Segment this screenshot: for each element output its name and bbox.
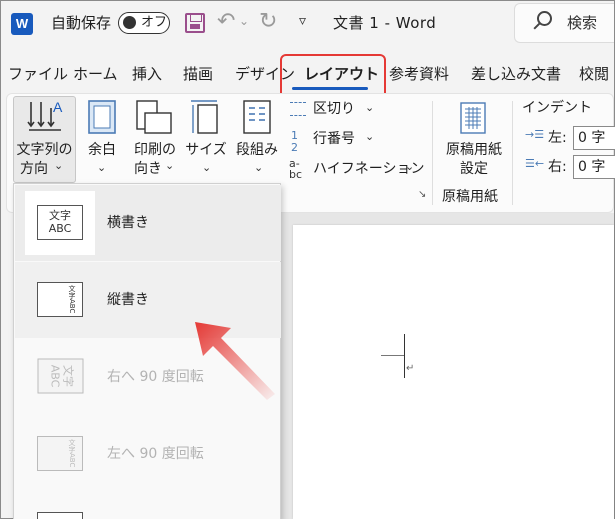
svg-text:A: A: [53, 99, 63, 115]
ribbon-separator: [512, 101, 513, 205]
horizontal-text-icon: 文字 ABC: [37, 205, 83, 240]
tab-insert[interactable]: 挿入: [132, 63, 162, 85]
menu-item-label: 縦書き: [107, 292, 149, 308]
manuscript-label-2: 設定: [460, 161, 488, 177]
tab-file[interactable]: ファイル: [8, 63, 68, 85]
ribbon-separator: [432, 101, 433, 205]
menu-item-partial-icon: [37, 512, 83, 519]
menu-item-label: 左へ 90 度回転: [107, 446, 204, 462]
chevron-down-icon: ⌄: [365, 101, 375, 114]
rotate-left-icon: 文字ABC: [37, 436, 83, 471]
orientation-label-2: 向き: [134, 161, 162, 177]
indent-title: インデント: [522, 100, 592, 116]
undo-dropdown-icon[interactable]: ⌄: [239, 14, 249, 28]
orientation-label-1[interactable]: 印刷の: [132, 141, 178, 160]
tab-home[interactable]: ホーム: [73, 63, 118, 85]
redo-icon[interactable]: ↻: [259, 9, 277, 35]
margin-corner-mark: [381, 355, 405, 356]
autosave-toggle[interactable]: オフ: [118, 12, 170, 34]
columns-label[interactable]: 段組み: [234, 141, 280, 160]
text-direction-label-1: 文字列の: [16, 142, 73, 158]
paragraph-mark: ↵: [406, 363, 415, 374]
chevron-down-icon: ⌄: [365, 130, 375, 143]
chevron-down-icon: ⌄: [165, 159, 175, 172]
columns-icon: [243, 100, 271, 134]
chevron-down-icon: ⌄: [405, 160, 415, 173]
autosave-state: オフ: [141, 15, 168, 30]
text-cursor: [404, 334, 405, 378]
toggle-knob: [123, 16, 136, 29]
undo-icon[interactable]: ↶: [217, 9, 235, 35]
size-icon: [191, 100, 218, 134]
menu-item-rotate-left[interactable]: 文字ABC 左へ 90 度回転: [15, 416, 281, 492]
indent-right-icon: ☰←: [525, 157, 545, 170]
search-icon: [537, 11, 552, 26]
menu-item-label: 横書き: [107, 215, 149, 231]
margins-icon: [88, 100, 116, 134]
chevron-down-icon: ⌄: [202, 161, 212, 174]
tab-draw[interactable]: 描画: [183, 63, 213, 85]
rotate-right-icon: 文字ABC: [37, 358, 84, 394]
tab-references[interactable]: 参考資料: [389, 63, 449, 85]
save-icon[interactable]: [185, 13, 205, 33]
manuscript-icon: [460, 102, 486, 134]
line-numbers-button[interactable]: 行番号: [313, 130, 355, 149]
word-logo-icon: W: [11, 13, 33, 35]
tab-mailings[interactable]: 差し込み文書: [471, 63, 561, 85]
text-direction-label-2: 方向: [20, 161, 48, 177]
breaks-button[interactable]: 区切り: [313, 100, 355, 119]
indent-right-label: 右:: [548, 159, 567, 175]
page-setup-launcher-icon[interactable]: ↘: [418, 189, 426, 200]
indent-left-input[interactable]: 0 字: [573, 126, 615, 150]
text-direction-icon: A: [27, 99, 63, 131]
chevron-down-icon: ⌄: [54, 159, 64, 172]
document-page[interactable]: [293, 225, 614, 519]
manuscript-group-label: 原稿用紙: [442, 189, 498, 205]
chevron-down-icon: ⌄: [97, 161, 107, 174]
manuscript-label-1[interactable]: 原稿用紙: [441, 141, 507, 160]
chevron-down-icon: ⌄: [254, 161, 264, 174]
breaks-icon: [290, 102, 306, 116]
document-title: 文書 1 - Word: [333, 14, 437, 32]
orientation-icon: [136, 100, 172, 134]
annotation-arrow-icon: [195, 322, 275, 400]
hyphenation-icon: a-bc: [289, 157, 303, 181]
indent-left-icon: →☰: [525, 128, 545, 141]
autosave-label: 自動保存: [51, 14, 112, 32]
search-box[interactable]: [514, 3, 614, 43]
margins-label[interactable]: 余白: [83, 141, 121, 160]
search-placeholder: 検索: [567, 14, 598, 32]
line-numbers-icon: 12: [291, 129, 298, 154]
size-label[interactable]: サイズ: [184, 141, 228, 160]
indent-right-input[interactable]: 0 字: [573, 155, 615, 179]
customize-quick-access-icon[interactable]: ▿: [299, 13, 306, 29]
vertical-text-icon: 文字ABC: [37, 282, 83, 317]
indent-left-label: 左:: [548, 130, 567, 146]
tab-review[interactable]: 校閲: [579, 63, 609, 85]
menu-item-horizontal[interactable]: 文字 ABC 横書き: [15, 185, 281, 261]
